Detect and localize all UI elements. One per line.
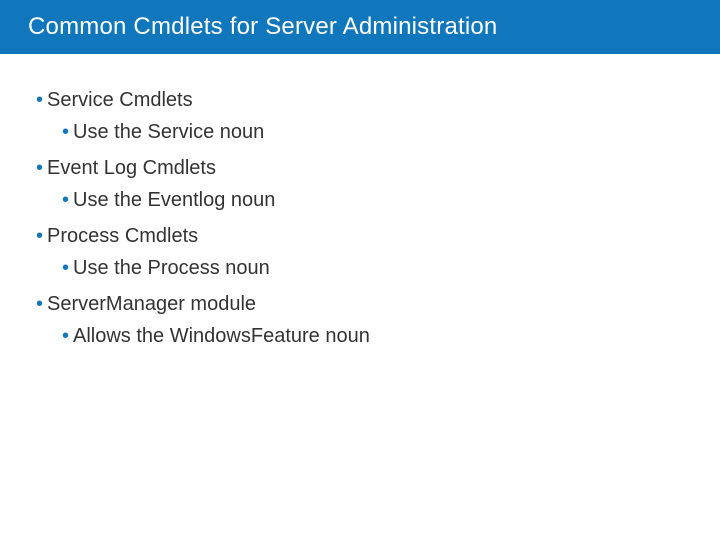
list-item-label: ServerManager module xyxy=(47,290,256,318)
slide-body: • Service Cmdlets • Use the Service noun… xyxy=(0,54,720,386)
list-subitem: • Use the Service noun xyxy=(62,118,684,146)
bullet-icon: • xyxy=(36,86,43,114)
slide-title: Common Cmdlets for Server Administration xyxy=(28,13,497,41)
bullet-icon: • xyxy=(36,154,43,182)
bullet-icon: • xyxy=(62,186,69,214)
list-item: • Event Log Cmdlets xyxy=(36,154,684,182)
list-subitem-label: Use the Service noun xyxy=(73,118,264,146)
bullet-icon: • xyxy=(62,254,69,282)
list-subitem-label: Use the Eventlog noun xyxy=(73,186,275,214)
list-item-label: Event Log Cmdlets xyxy=(47,154,216,182)
list-item: • Service Cmdlets xyxy=(36,86,684,114)
bullet-icon: • xyxy=(36,222,43,250)
list-subitem: • Use the Process noun xyxy=(62,254,684,282)
list-subitem-label: Allows the WindowsFeature noun xyxy=(73,322,370,350)
bullet-icon: • xyxy=(62,322,69,350)
bullet-icon: • xyxy=(36,290,43,318)
list-item-label: Service Cmdlets xyxy=(47,86,193,114)
bullet-icon: • xyxy=(62,118,69,146)
list-subitem: • Allows the WindowsFeature noun xyxy=(62,322,684,350)
list-subitem: • Use the Eventlog noun xyxy=(62,186,684,214)
list-item-label: Process Cmdlets xyxy=(47,222,198,250)
title-bar: Common Cmdlets for Server Administration xyxy=(0,0,720,54)
list-item: • ServerManager module xyxy=(36,290,684,318)
list-item: • Process Cmdlets xyxy=(36,222,684,250)
list-subitem-label: Use the Process noun xyxy=(73,254,270,282)
